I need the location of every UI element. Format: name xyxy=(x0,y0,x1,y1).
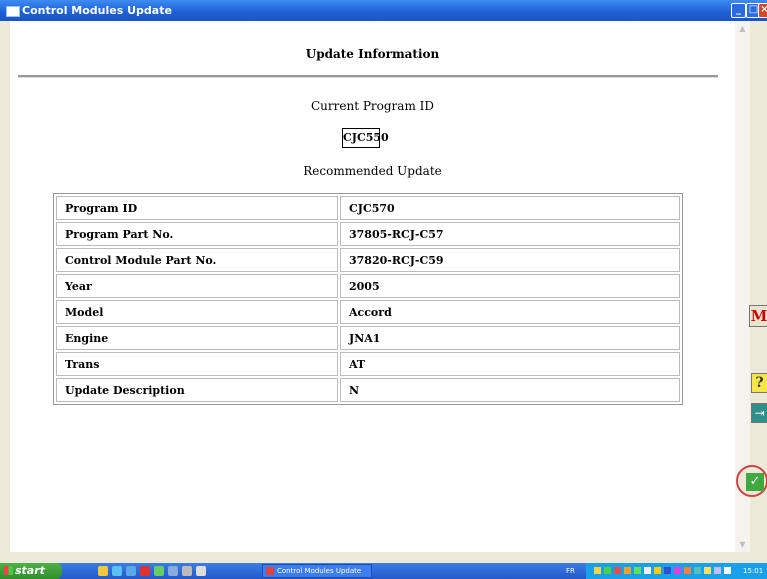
window-title: Control Modules Update xyxy=(22,4,172,17)
table-row: Trans AT xyxy=(56,352,680,376)
taskbar: start Control Modules Update FR 15:01 xyxy=(0,563,767,579)
quicklaunch-folder-icon[interactable] xyxy=(98,566,108,576)
table-row: Year 2005 xyxy=(56,274,680,298)
close-button[interactable]: × xyxy=(758,3,767,18)
tray-icon[interactable] xyxy=(674,567,681,574)
language-indicator[interactable]: FR xyxy=(566,563,575,579)
tray-icon[interactable] xyxy=(724,567,731,574)
m-button[interactable]: M xyxy=(749,305,767,327)
tray-icon[interactable] xyxy=(664,567,671,574)
row-key: Update Description xyxy=(56,378,338,402)
checkmark-icon: ✓ xyxy=(746,473,764,491)
current-program-label: Current Program ID xyxy=(310,99,434,113)
quicklaunch-tool-icon[interactable] xyxy=(168,566,178,576)
row-value: 37805-RCJ-C57 xyxy=(340,222,680,246)
quicklaunch-media-icon[interactable] xyxy=(196,566,206,576)
divider xyxy=(18,75,718,78)
tray-icon[interactable] xyxy=(614,567,621,574)
tray-icon[interactable] xyxy=(634,567,641,574)
row-value: CJC570 xyxy=(340,196,680,220)
quicklaunch-app-icon[interactable] xyxy=(140,566,150,576)
row-value: 2005 xyxy=(340,274,680,298)
title-bar: Control Modules Update _ □ × xyxy=(0,0,767,21)
row-key: Control Module Part No. xyxy=(56,248,338,272)
minimize-button[interactable]: _ xyxy=(731,3,746,18)
table-row: Engine JNA1 xyxy=(56,326,680,350)
tray-icon[interactable] xyxy=(714,567,721,574)
table-row: Update Description N xyxy=(56,378,680,402)
tray-icon[interactable] xyxy=(684,567,691,574)
tray-icon[interactable] xyxy=(624,567,631,574)
system-tray: 15:01 xyxy=(586,563,767,579)
row-value: 37820-RCJ-C59 xyxy=(340,248,680,272)
row-key: Trans xyxy=(56,352,338,376)
table-row: Control Module Part No. 37820-RCJ-C59 xyxy=(56,248,680,272)
table-row: Program ID CJC570 xyxy=(56,196,680,220)
current-program-id: CJC550 xyxy=(342,128,389,148)
tray-icon[interactable] xyxy=(644,567,651,574)
taskbar-item-label: Control Modules Update xyxy=(277,567,362,575)
scroll-up-icon[interactable]: ▲ xyxy=(735,21,750,36)
row-key: Program Part No. xyxy=(56,222,338,246)
tray-icon[interactable] xyxy=(594,567,601,574)
start-label: start xyxy=(15,564,45,577)
row-value: AT xyxy=(340,352,680,376)
exit-button[interactable]: ⇥ xyxy=(751,403,767,423)
row-key: Year xyxy=(56,274,338,298)
row-key: Engine xyxy=(56,326,338,350)
table-row: Model Accord xyxy=(56,300,680,324)
taskbar-item-control-modules-update[interactable]: Control Modules Update xyxy=(262,564,372,578)
page-heading: Update Information xyxy=(305,47,440,61)
row-key: Program ID xyxy=(56,196,338,220)
quicklaunch-settings-icon[interactable] xyxy=(182,566,192,576)
recommended-update-label: Recommended Update xyxy=(303,164,442,178)
quicklaunch-browser-icon[interactable] xyxy=(112,566,122,576)
exit-icon: ⇥ xyxy=(754,406,765,420)
row-value: JNA1 xyxy=(340,326,680,350)
content-area: Update Information Current Program ID CJ… xyxy=(10,21,735,552)
clock[interactable]: 15:01 xyxy=(743,563,763,579)
app-icon xyxy=(266,567,274,575)
tray-icon[interactable] xyxy=(604,567,611,574)
help-button[interactable]: ? xyxy=(751,373,767,393)
scroll-down-icon[interactable]: ▼ xyxy=(735,537,750,552)
ok-button[interactable]: ✓ xyxy=(736,465,767,497)
quicklaunch-desktop-icon[interactable] xyxy=(126,566,136,576)
tray-icon[interactable] xyxy=(654,567,661,574)
quicklaunch-people-icon[interactable] xyxy=(154,566,164,576)
table-row: Program Part No. 37805-RCJ-C57 xyxy=(56,222,680,246)
tray-icon[interactable] xyxy=(704,567,711,574)
row-value: Accord xyxy=(340,300,680,324)
tray-icon[interactable] xyxy=(694,567,701,574)
start-button[interactable]: start xyxy=(0,563,62,579)
window-icon xyxy=(6,6,20,17)
update-info-table: Program ID CJC570 Program Part No. 37805-R… xyxy=(53,193,683,405)
windows-logo-icon xyxy=(4,566,13,575)
row-value: N xyxy=(340,378,680,402)
row-key: Model xyxy=(56,300,338,324)
